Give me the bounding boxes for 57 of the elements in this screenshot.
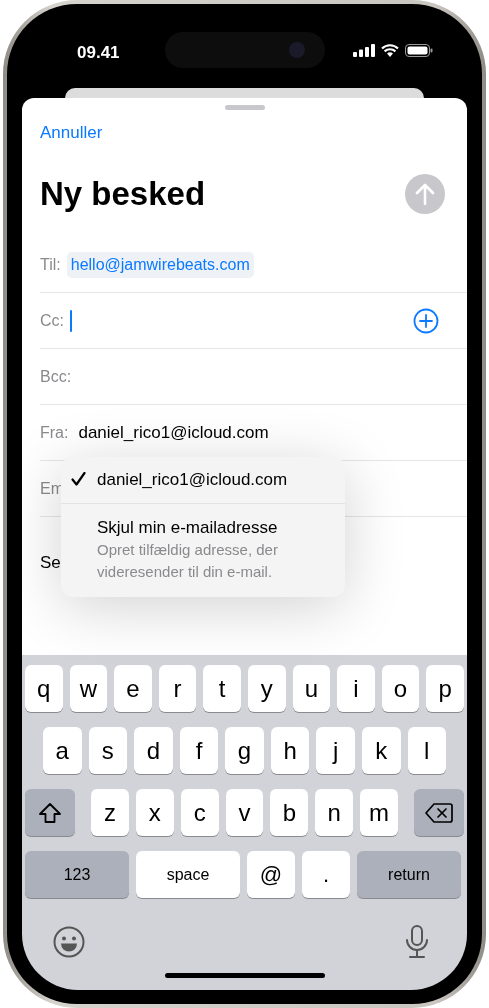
text-cursor [70,309,72,332]
letter-key[interactable]: d [134,727,173,774]
signal-icon [353,44,375,57]
letter-key[interactable]: s [88,727,128,774]
letter-key[interactable]: t [203,665,241,712]
microphone-icon[interactable] [405,925,429,959]
letter-key[interactable]: j [316,727,355,774]
letter-key[interactable]: r [158,665,197,712]
symbol-key[interactable]: @ [247,851,295,898]
field-label: Fra: [40,423,69,442]
letter-key[interactable]: o [381,665,420,712]
letter-key[interactable]: c [180,789,219,836]
letter-key[interactable]: w [69,665,108,712]
letter-key[interactable]: l [407,727,447,774]
emoji-icon[interactable] [53,926,85,958]
shift-icon [38,801,62,824]
check-icon [71,472,86,486]
battery-icon [405,44,433,57]
letter-key[interactable]: n [315,789,354,836]
letter-key[interactable]: k [361,727,401,774]
field-label: Cc: [40,311,64,330]
letter-key[interactable]: u [292,665,331,712]
menu-item[interactable]: Skjul min e-mailadresse Opret tilfældig adresse, der videresender til din e-mail. [61,504,345,597]
letter-key[interactable]: v [225,789,264,836]
letter-key[interactable]: a [43,727,82,774]
recipient-token[interactable]: hello@jamwirebeats.com [66,251,254,278]
letter-key[interactable]: q [25,665,63,712]
up-arrow-icon [415,183,435,205]
letter-key[interactable]: e [114,665,152,712]
wifi-icon [381,44,399,57]
letter-key[interactable]: f [179,727,219,774]
return-key[interactable]: return [357,851,461,898]
numbers-key[interactable]: 123 [25,851,129,898]
letter-key[interactable]: m [360,789,398,836]
field-value[interactable]: daniel_rico1@icloud.com [78,422,269,443]
menu-item[interactable]: daniel_rico1@icloud.com [61,457,345,504]
camera-icon [289,42,305,58]
status-time: 09.41 [77,43,121,63]
letter-key[interactable]: p [426,665,464,712]
shift-key[interactable] [25,789,75,836]
delete-icon [425,802,453,823]
symbol-key[interactable]: . [302,851,350,898]
sheet-title: Ny besked [40,175,206,213]
subject-label: Se [40,553,61,573]
letter-key[interactable]: b [270,789,309,836]
space-key[interactable]: space [136,851,240,898]
add-contact-icon[interactable] [413,307,439,334]
letter-key[interactable]: x [135,789,174,836]
letter-key[interactable]: z [91,789,129,836]
field-label: Til: [40,255,61,274]
cancel-button[interactable]: Annuller [40,122,103,144]
field-label: Bcc: [40,367,72,386]
delete-key[interactable] [414,789,464,836]
letter-key[interactable]: i [337,665,375,712]
letter-key[interactable]: g [225,727,264,774]
letter-key[interactable]: h [270,727,310,774]
letter-key[interactable]: y [247,665,286,712]
